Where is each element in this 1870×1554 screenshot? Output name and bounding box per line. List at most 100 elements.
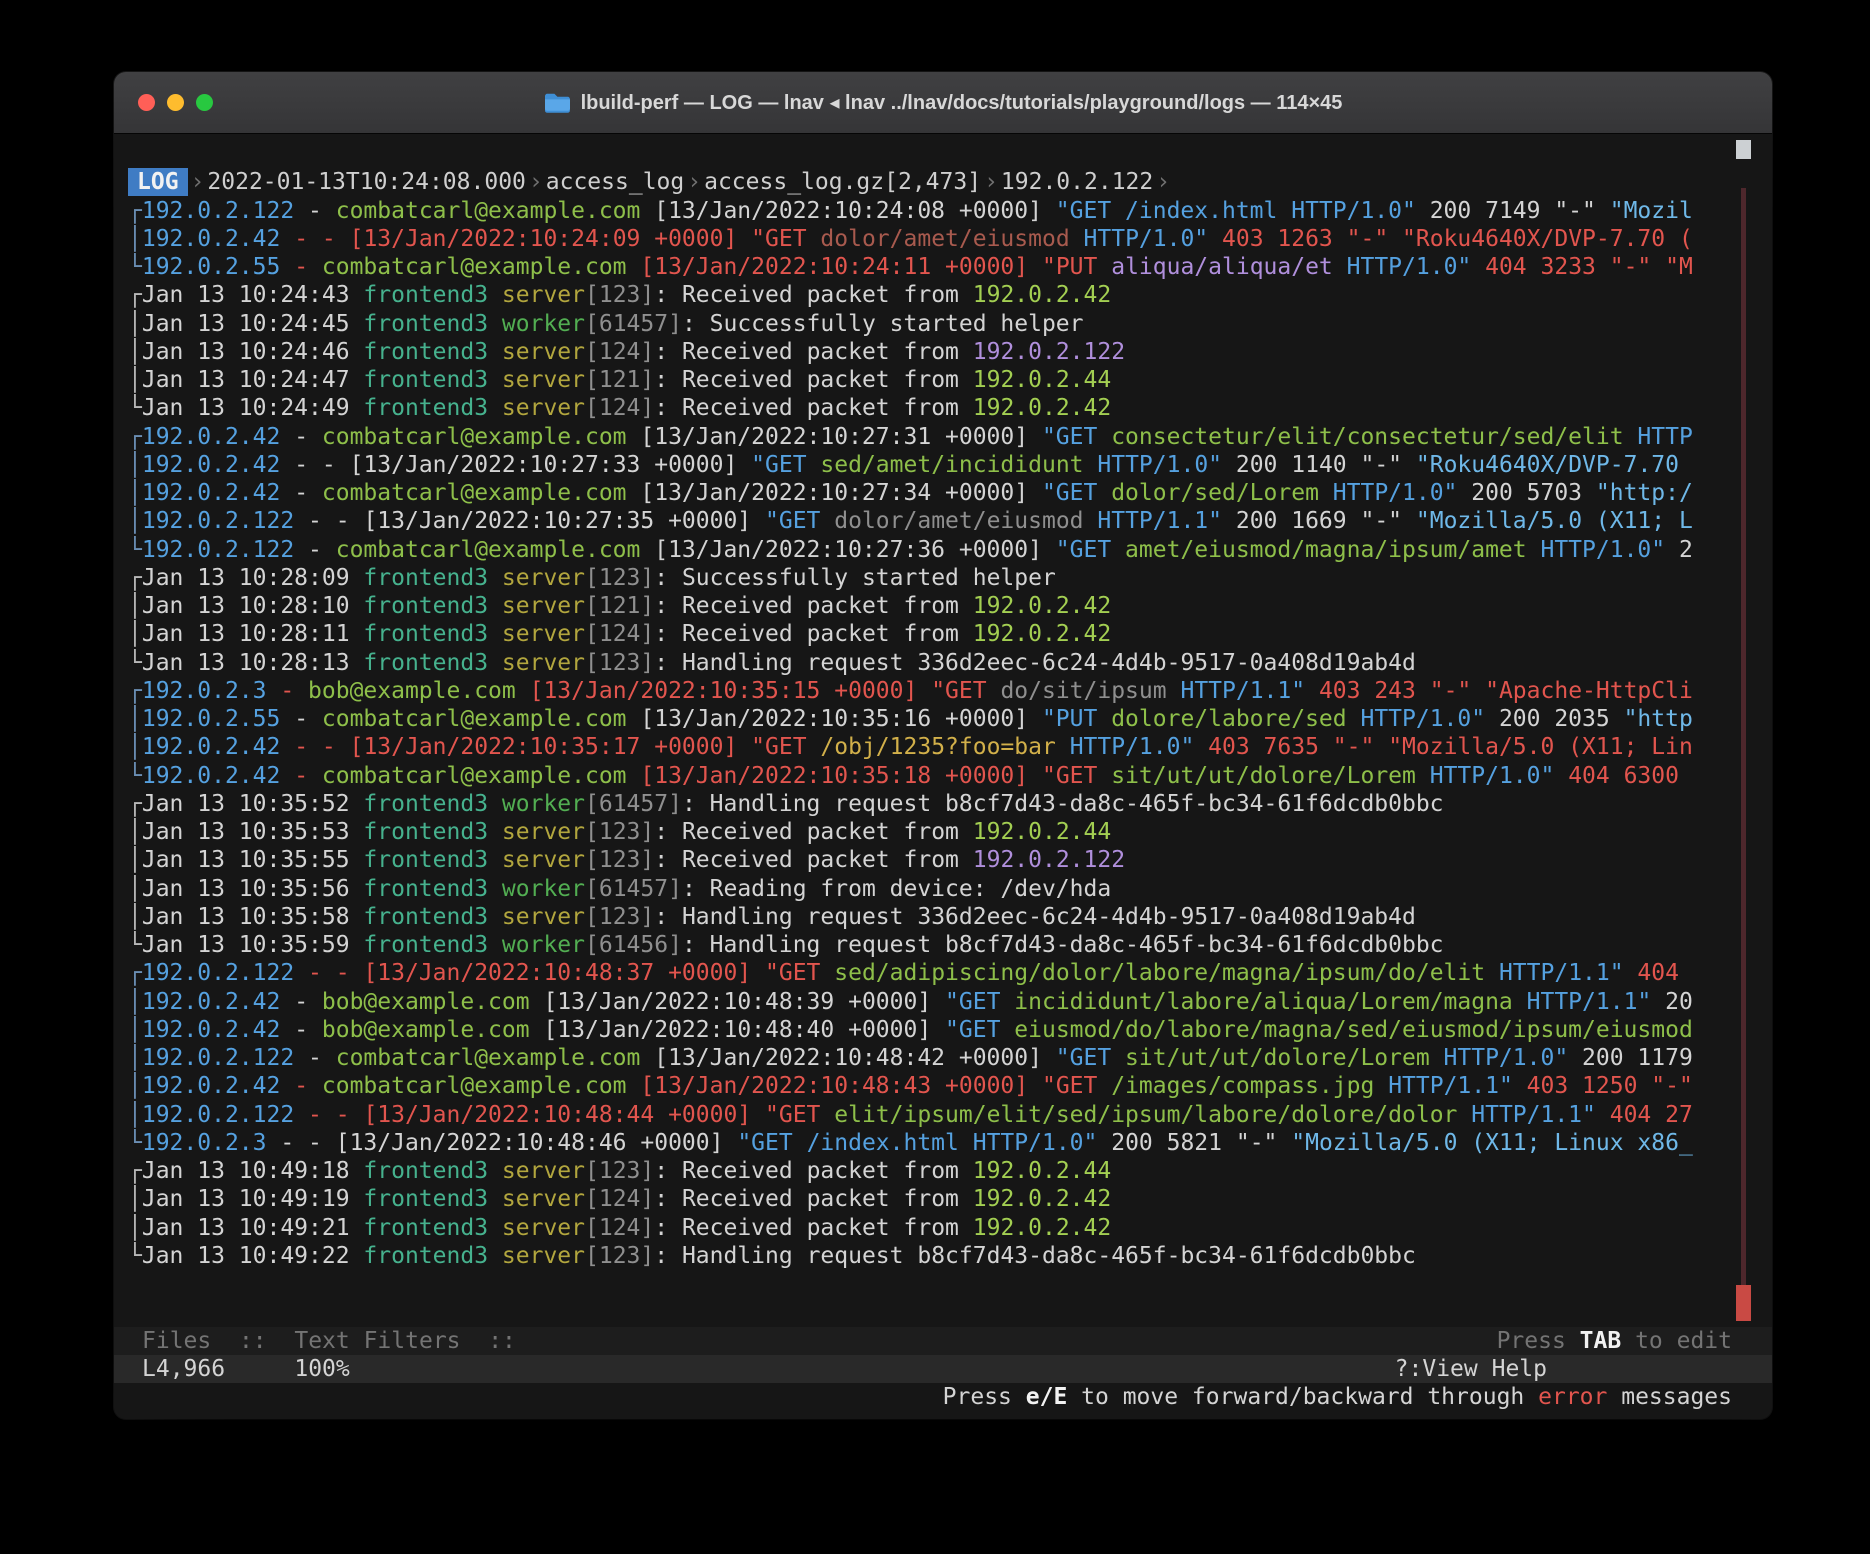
log-line[interactable]: ┌Jan 13 10:49:18 frontend3 server[123]: …: [128, 1157, 1772, 1185]
text-segment: : Handling request 336d2eec-6c24-4d4b-95…: [654, 650, 1416, 676]
prompt-bar: Press e/E to move forward/backward throu…: [114, 1383, 1772, 1411]
text-segment: - -: [280, 226, 349, 252]
breadcrumb-mode[interactable]: LOG: [128, 168, 188, 196]
text-segment: ┌: [128, 1158, 142, 1184]
log-view: ┌192.0.2.122 - combatcarl@example.com [1…: [128, 197, 1772, 1271]
log-line[interactable]: │192.0.2.122 - - [13/Jan/2022:10:27:35 +…: [128, 507, 1772, 535]
log-line[interactable]: └Jan 13 10:24:49 frontend3 server[124]: …: [128, 394, 1772, 422]
log-line[interactable]: ┌192.0.2.3 - bob@example.com [13/Jan/202…: [128, 677, 1772, 705]
log-line[interactable]: └Jan 13 10:35:59 frontend3 worker[61456]…: [128, 931, 1772, 959]
log-line[interactable]: │192.0.2.122 - combatcarl@example.com [1…: [128, 1044, 1772, 1072]
scrollbar-top-mark[interactable]: [1736, 140, 1751, 159]
log-line[interactable]: └192.0.2.42 - combatcarl@example.com [13…: [128, 762, 1772, 790]
log-line[interactable]: │192.0.2.42 - bob@example.com [13/Jan/20…: [128, 988, 1772, 1016]
minimize-button[interactable]: [167, 94, 184, 111]
scrollbar-error-thumb[interactable]: [1736, 1285, 1751, 1321]
text-segment: frontend3: [363, 819, 488, 845]
scrollbar-track[interactable]: [1741, 188, 1746, 1319]
text-segment: [123]: [585, 904, 654, 930]
log-line[interactable]: │192.0.2.42 - - [13/Jan/2022:10:35:17 +0…: [128, 733, 1772, 761]
log-line[interactable]: │Jan 13 10:35:56 frontend3 worker[61457]…: [128, 875, 1772, 903]
text-segment: │: [128, 226, 142, 252]
log-line[interactable]: │192.0.2.42 - - [13/Jan/2022:10:24:09 +0…: [128, 225, 1772, 253]
text-segment: "GET: [1028, 1073, 1111, 1099]
text-segment: frontend3: [363, 904, 488, 930]
log-line[interactable]: └192.0.2.55 - combatcarl@example.com [13…: [128, 253, 1772, 281]
text-segment: sit/ut/ut/dolore/Lorem: [1125, 1045, 1430, 1071]
text-segment: │: [128, 1215, 142, 1241]
log-line[interactable]: └192.0.2.3 - - [13/Jan/2022:10:48:46 +00…: [128, 1129, 1772, 1157]
log-line[interactable]: ┌Jan 13 10:24:43 frontend3 server[123]: …: [128, 281, 1772, 309]
filter-tabs[interactable]: Files :: Text Filters ::: [142, 1327, 516, 1355]
text-segment: combatcarl@example.com: [336, 1045, 641, 1071]
log-line[interactable]: ┌192.0.2.122 - combatcarl@example.com [1…: [128, 197, 1772, 225]
log-line[interactable]: └Jan 13 10:49:22 frontend3 server[123]: …: [128, 1242, 1772, 1270]
text-segment: "Mozilla/5.0 (X11; Lin: [1388, 734, 1693, 760]
text-segment: dolor/sed/Lorem: [1111, 480, 1319, 506]
text-segment: frontend3: [363, 311, 488, 337]
text-segment: │: [128, 706, 142, 732]
log-line[interactable]: │192.0.2.42 - bob@example.com [13/Jan/20…: [128, 1016, 1772, 1044]
text-segment: : Received packet from: [654, 1215, 973, 1241]
text-segment: 192.0.2.55: [142, 254, 280, 280]
text-segment: [488, 1243, 502, 1269]
log-line[interactable]: ┌Jan 13 10:28:09 frontend3 server[123]: …: [128, 564, 1772, 592]
breadcrumb-separator-icon: ›: [526, 169, 546, 195]
text-segment: -: [266, 678, 308, 704]
empty-line: [128, 1270, 1772, 1298]
breadcrumb-item[interactable]: 2022-01-13T10:24:08.000: [207, 169, 526, 195]
log-line[interactable]: │192.0.2.122 - - [13/Jan/2022:10:48:44 +…: [128, 1101, 1772, 1129]
log-line[interactable]: │Jan 13 10:24:46 frontend3 server[124]: …: [128, 338, 1772, 366]
text-segment: Files: [142, 1328, 211, 1354]
log-line[interactable]: │Jan 13 10:35:53 frontend3 server[123]: …: [128, 818, 1772, 846]
text-segment: -: [294, 537, 336, 563]
log-line[interactable]: │Jan 13 10:49:21 frontend3 server[124]: …: [128, 1214, 1772, 1242]
breadcrumb-separator-icon: ›: [1153, 169, 1173, 195]
text-segment: -: [280, 480, 322, 506]
breadcrumb-separator-icon: ›: [684, 169, 704, 195]
text-segment: Jan 13 10:24:49: [142, 395, 364, 421]
text-segment: [1167, 678, 1181, 704]
log-line[interactable]: │Jan 13 10:35:58 frontend3 server[123]: …: [128, 903, 1772, 931]
text-segment: "GET: [751, 452, 820, 478]
clock-line: 2022-09-01T14:09:34 PDT: [128, 140, 1772, 168]
text-segment: [627, 763, 641, 789]
log-line[interactable]: │Jan 13 10:28:11 frontend3 server[124]: …: [128, 620, 1772, 648]
text-segment: └: [128, 1130, 142, 1156]
log-line[interactable]: │Jan 13 10:35:55 frontend3 server[123]: …: [128, 846, 1772, 874]
log-line[interactable]: │192.0.2.55 - combatcarl@example.com [13…: [128, 705, 1772, 733]
log-line[interactable]: ┌Jan 13 10:35:52 frontend3 worker[61457]…: [128, 790, 1772, 818]
log-line[interactable]: │Jan 13 10:28:10 frontend3 server[121]: …: [128, 592, 1772, 620]
text-segment: bob@example.com: [322, 1017, 530, 1043]
log-line[interactable]: │Jan 13 10:24:45 frontend3 worker[61457]…: [128, 310, 1772, 338]
log-line[interactable]: │192.0.2.42 - - [13/Jan/2022:10:27:33 +0…: [128, 451, 1772, 479]
log-line[interactable]: └Jan 13 10:28:13 frontend3 server[123]: …: [128, 649, 1772, 677]
text-segment: : Received packet from: [654, 593, 973, 619]
breadcrumb-item[interactable]: 192.0.2.122: [1001, 169, 1153, 195]
text-segment: Jan 13 10:24:46: [142, 339, 364, 365]
text-segment: 404 3233 "-": [1471, 254, 1665, 280]
breadcrumb-item[interactable]: access_log.gz[2,473]: [704, 169, 981, 195]
text-segment: frontend3: [363, 650, 488, 676]
text-segment: combatcarl@example.com: [336, 198, 641, 224]
filter-status-bar[interactable]: Files :: Text Filters :: Press TAB to ed…: [114, 1327, 1772, 1355]
text-segment: frontend3: [363, 565, 488, 591]
text-segment: ┌: [128, 960, 142, 986]
text-segment: └: [128, 395, 142, 421]
log-line[interactable]: │Jan 13 10:24:47 frontend3 server[121]: …: [128, 366, 1772, 394]
log-line[interactable]: │192.0.2.42 - combatcarl@example.com [13…: [128, 1072, 1772, 1100]
close-button[interactable]: [138, 94, 155, 111]
log-line[interactable]: ┌192.0.2.122 - - [13/Jan/2022:10:48:37 +…: [128, 959, 1772, 987]
window-titlebar[interactable]: lbuild-perf — LOG — lnav ◂ lnav ../lnav/…: [114, 72, 1772, 134]
breadcrumb-item[interactable]: access_log: [546, 169, 684, 195]
text-segment: [488, 311, 502, 337]
log-line[interactable]: └192.0.2.122 - combatcarl@example.com [1…: [128, 536, 1772, 564]
text-segment: [488, 847, 502, 873]
log-line[interactable]: ┌192.0.2.42 - combatcarl@example.com [13…: [128, 423, 1772, 451]
text-segment: [13/Jan/2022:10:48:42 +0000]: [640, 1045, 1055, 1071]
zoom-button[interactable]: [196, 94, 213, 111]
text-segment: [13/Jan/2022:10:35:15 +0000]: [530, 678, 918, 704]
text-segment: : Received packet from: [654, 1158, 973, 1184]
log-line[interactable]: │192.0.2.42 - combatcarl@example.com [13…: [128, 479, 1772, 507]
log-line[interactable]: │Jan 13 10:49:19 frontend3 server[124]: …: [128, 1185, 1772, 1213]
